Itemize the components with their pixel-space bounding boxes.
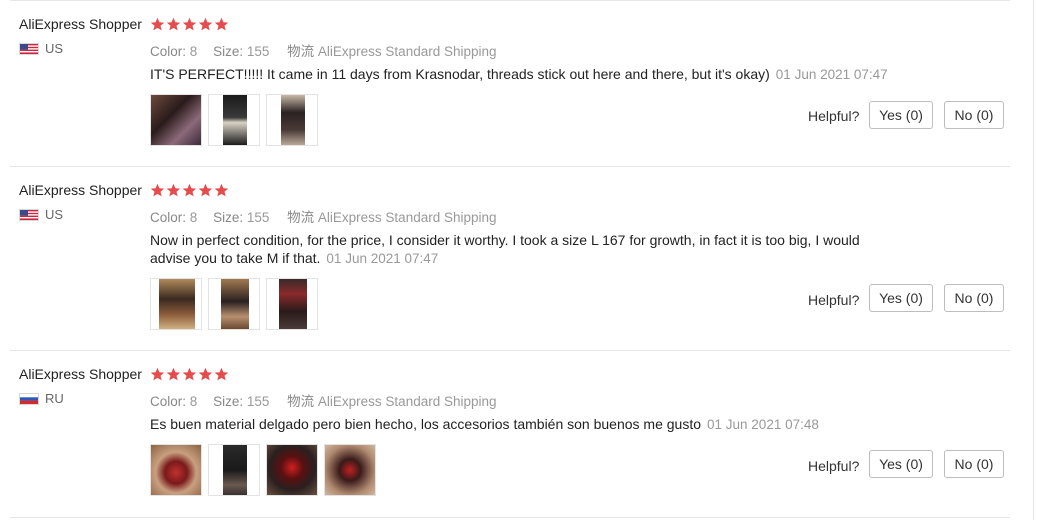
helpful-label: Helpful? [808,458,860,474]
reviewer-name: AliExpress Shopper [19,16,142,32]
review-photo-3[interactable] [266,94,318,146]
helpful-yes-button[interactable]: Yes (0) [869,450,933,478]
star-icon [182,183,197,198]
star-icon [166,367,181,382]
us-flag-icon [19,208,39,221]
reviewer-country: US [19,207,63,222]
star-icon [150,183,165,198]
logistics-label: 物流 [287,394,315,409]
helpful-no-button[interactable]: No (0) [944,450,1004,478]
helpful-yes-button[interactable]: Yes (0) [869,101,933,129]
review-photo-2[interactable] [208,94,260,146]
review-body: Es buen material delgado pero bien hecho… [150,416,702,432]
review-photos [150,444,376,496]
ru-flag-icon [19,392,39,405]
size-label: Size: [213,394,244,409]
review-photo-3[interactable] [266,444,318,496]
review-body: Now in perfect condition, for the price,… [150,232,860,266]
logistics-label: 物流 [287,210,315,225]
helpful-label: Helpful? [808,292,860,308]
reviewer-country: US [19,41,63,56]
star-icon [166,17,181,32]
review-divider [10,166,1010,167]
country-code: US [45,207,64,222]
review-attributes: Color: 8 Size: 155 物流 AliExpress Standar… [150,40,509,60]
size-label: Size: [213,210,244,225]
star-icon [214,183,229,198]
review-divider [10,350,1010,351]
reviewer-name: AliExpress Shopper [19,366,142,382]
review-photo-2[interactable] [208,278,260,330]
color-value: 8 [189,44,198,59]
star-icon [198,17,213,32]
helpful-label: Helpful? [808,108,860,124]
color-label: Color: [150,44,187,59]
review-photo-1[interactable] [150,94,202,146]
review-photo-3[interactable] [266,278,318,330]
star-icon [150,17,165,32]
review-attributes: Color: 8 Size: 155 物流 AliExpress Standar… [150,390,509,410]
shipping-value: AliExpress Standard Shipping [317,394,497,409]
reviewer-country: RU [19,391,64,406]
top-divider [10,0,1010,1]
review-text: IT'S PERFECT!!!!! It came in 11 days fro… [150,65,910,84]
star-icon [150,367,165,382]
color-value: 8 [189,210,198,225]
size-value: 155 [246,44,270,59]
color-label: Color: [150,394,187,409]
review-photo-1[interactable] [150,444,202,496]
review-body: IT'S PERFECT!!!!! It came in 11 days fro… [150,66,770,82]
size-value: 155 [246,210,270,225]
helpful-no-button[interactable]: No (0) [944,101,1004,129]
review-photo-1[interactable] [150,278,202,330]
review-photos [150,94,318,146]
us-flag-icon [19,42,39,55]
star-icon [214,367,229,382]
review-attributes: Color: 8 Size: 155 物流 AliExpress Standar… [150,206,509,226]
shipping-value: AliExpress Standard Shipping [317,210,497,225]
review-item: AliExpress Shopper US Color: 8 Size: 155… [0,182,1037,351]
size-value: 155 [246,394,270,409]
review-date: 01 Jun 2021 07:48 [707,417,819,432]
size-label: Size: [213,44,244,59]
country-code: RU [45,391,64,406]
star-icon [198,183,213,198]
star-icon [214,17,229,32]
review-divider [10,517,1010,518]
review-date: 01 Jun 2021 07:47 [326,251,439,266]
star-rating [150,367,229,382]
review-photo-2[interactable] [208,444,260,496]
country-code: US [45,41,64,56]
helpful-yes-button[interactable]: Yes (0) [869,284,933,312]
star-icon [166,183,181,198]
star-rating [150,17,229,32]
logistics-label: 物流 [287,44,315,59]
review-text: Now in perfect condition, for the price,… [150,231,890,268]
color-label: Color: [150,210,187,225]
star-icon [182,17,197,32]
review-text: Es buen material delgado pero bien hecho… [150,415,910,434]
shipping-value: AliExpress Standard Shipping [317,44,497,59]
reviewer-name: AliExpress Shopper [19,182,142,198]
review-item: AliExpress Shopper RU Color: 8 Size: 155… [0,366,1037,518]
review-item: AliExpress Shopper US Color: 8 Size: 155… [0,16,1037,167]
star-rating [150,183,229,198]
color-value: 8 [189,394,198,409]
helpful-no-button[interactable]: No (0) [944,284,1004,312]
star-icon [182,367,197,382]
star-icon [198,367,213,382]
review-photos [150,278,318,330]
review-date: 01 Jun 2021 07:47 [775,67,888,82]
review-photo-4[interactable] [324,444,376,496]
